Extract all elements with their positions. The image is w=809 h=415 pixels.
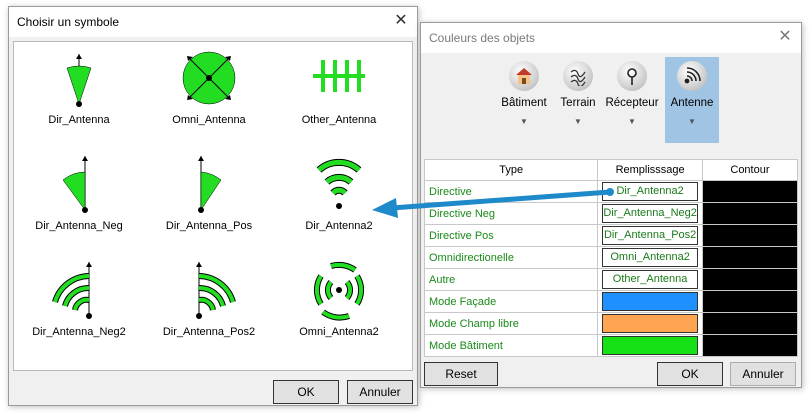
ribbon-button-terrain[interactable]: Terrain ▼ — [551, 57, 605, 143]
table-row[interactable]: Autre Other_Antenna — [423, 268, 799, 291]
contour-color-swatch[interactable] — [701, 268, 799, 291]
contour-color-swatch[interactable] — [701, 224, 799, 247]
dir-antenna-neg2-icon — [52, 262, 92, 319]
fill-symbol-button[interactable]: Other_Antenna — [602, 270, 698, 289]
symbol-dir-antenna[interactable]: Dir_Antenna — [14, 42, 144, 142]
symbol-dir-antenna-pos2[interactable]: Dir_Antenna_Pos2 — [144, 254, 274, 354]
chevron-down-icon: ▼ — [574, 117, 582, 126]
symbol-label: Dir_Antenna_Pos2 — [162, 326, 256, 338]
symbol-label: Dir_Antenna_Neg — [35, 220, 123, 232]
fill-cell — [597, 290, 703, 313]
fill-cell: Other_Antenna — [597, 268, 703, 291]
type-cell: Mode Façade — [423, 290, 599, 313]
close-icon[interactable]: ✕ — [393, 13, 409, 29]
ribbon-button-recepteur[interactable]: Récepteur ▼ — [605, 57, 659, 143]
ribbon-label: Récepteur — [605, 97, 659, 109]
type-cell: Omnidirectionelle — [423, 246, 599, 269]
symbol-dir-antenna-neg[interactable]: Dir_Antenna_Neg — [14, 148, 144, 248]
table-row[interactable]: Mode Façade — [423, 290, 799, 313]
fill-symbol-button[interactable]: Dir_Antenna_Pos2 — [602, 226, 698, 245]
type-cell: Mode Champ libre — [423, 312, 599, 335]
cancel-button[interactable]: Annuler — [730, 362, 796, 386]
table-header-row: Type Remplisssage Contour — [423, 159, 799, 181]
symbol-label: Other_Antenna — [301, 114, 377, 126]
type-cell: Autre — [423, 268, 599, 291]
receiver-icon — [617, 61, 647, 91]
table-row[interactable]: Omnidirectionelle Omni_Antenna2 — [423, 246, 799, 269]
fill-cell: Dir_Antenna_Pos2 — [597, 224, 703, 247]
omni-antenna-icon — [182, 51, 236, 105]
dir-antenna-pos-icon — [198, 156, 222, 213]
dir-antenna-pos2-icon — [196, 262, 236, 319]
contour-color-swatch[interactable] — [701, 202, 799, 225]
symbol-dir-antenna-pos[interactable]: Dir_Antenna_Pos — [144, 148, 274, 248]
ok-button[interactable]: OK — [657, 362, 723, 386]
omni-antenna2-icon — [313, 261, 365, 321]
symbol-label: Dir_Antenna2 — [305, 220, 373, 232]
fill-color-swatch[interactable] — [602, 336, 698, 355]
column-header-fill: Remplisssage — [597, 159, 703, 181]
symbol-grid: Dir_Antenna Omni_Antenna Other_Antenna D… — [13, 41, 413, 371]
dir-antenna-neg-icon — [62, 156, 88, 213]
fill-cell: Omni_Antenna2 — [597, 246, 703, 269]
contour-color-swatch[interactable] — [701, 290, 799, 313]
dir-antenna2-icon — [316, 158, 362, 209]
symbol-label: Dir_Antenna_Neg2 — [32, 326, 126, 338]
contour-color-swatch[interactable] — [701, 334, 799, 357]
symbol-omni-antenna2[interactable]: Omni_Antenna2 — [274, 254, 404, 354]
column-header-type: Type — [423, 159, 599, 181]
reset-button[interactable]: Reset — [424, 362, 498, 386]
title-bar: Choisir un symbole ✕ — [9, 7, 417, 37]
symbol-label: Dir_Antenna_Pos — [165, 220, 253, 232]
other-antenna-icon — [313, 60, 365, 92]
cancel-button[interactable]: Annuler — [347, 380, 413, 404]
table-row[interactable]: Mode Bâtiment — [423, 334, 799, 357]
ribbon-label: Antenne — [670, 97, 714, 109]
table-row[interactable]: Directive Pos Dir_Antenna_Pos2 — [423, 224, 799, 247]
symbol-label: Omni_Antenna — [172, 114, 246, 126]
fill-cell — [597, 312, 703, 335]
fill-color-swatch[interactable] — [602, 292, 698, 311]
dialog-title: Couleurs des objets — [429, 31, 536, 45]
title-bar: Couleurs des objets ✕ — [421, 23, 801, 53]
ribbon: Bâtiment ▼ Terrain ▼ Récepteur ▼ Antenne… — [421, 53, 801, 153]
dir-antenna-icon — [66, 54, 92, 107]
column-header-contour: Contour — [701, 159, 799, 181]
terrain-icon — [563, 61, 593, 91]
symbol-label: Dir_Antenna — [48, 114, 110, 126]
symbol-label: Omni_Antenna2 — [299, 326, 379, 338]
antenna-icon — [677, 61, 707, 91]
close-icon[interactable]: ✕ — [777, 29, 793, 45]
symbol-omni-antenna[interactable]: Omni_Antenna — [144, 42, 274, 142]
callout-arrow — [372, 188, 614, 218]
chevron-down-icon: ▼ — [688, 117, 696, 126]
fill-symbol-button[interactable]: Omni_Antenna2 — [602, 248, 698, 267]
symbol-chooser-dialog: Choisir un symbole ✕ Dir_Antenna Omni_An… — [8, 6, 418, 406]
chevron-down-icon: ▼ — [628, 117, 636, 126]
contour-color-swatch[interactable] — [701, 312, 799, 335]
type-cell: Directive Pos — [423, 224, 599, 247]
type-cell: Mode Bâtiment — [423, 334, 599, 357]
contour-color-swatch[interactable] — [701, 246, 799, 269]
fill-cell — [597, 334, 703, 357]
ok-button[interactable]: OK — [273, 380, 339, 404]
ribbon-button-antenne[interactable]: Antenne ▼ — [665, 57, 719, 143]
chevron-down-icon: ▼ — [520, 117, 528, 126]
dialog-title: Choisir un symbole — [17, 15, 120, 29]
contour-color-swatch[interactable] — [701, 180, 799, 203]
building-icon — [509, 61, 539, 91]
symbol-dir-antenna-neg2[interactable]: Dir_Antenna_Neg2 — [14, 254, 144, 354]
table-row[interactable]: Mode Champ libre — [423, 312, 799, 335]
symbol-other-antenna[interactable]: Other_Antenna — [274, 42, 404, 142]
ribbon-button-batiment[interactable]: Bâtiment ▼ — [497, 57, 551, 143]
fill-color-swatch[interactable] — [602, 314, 698, 333]
